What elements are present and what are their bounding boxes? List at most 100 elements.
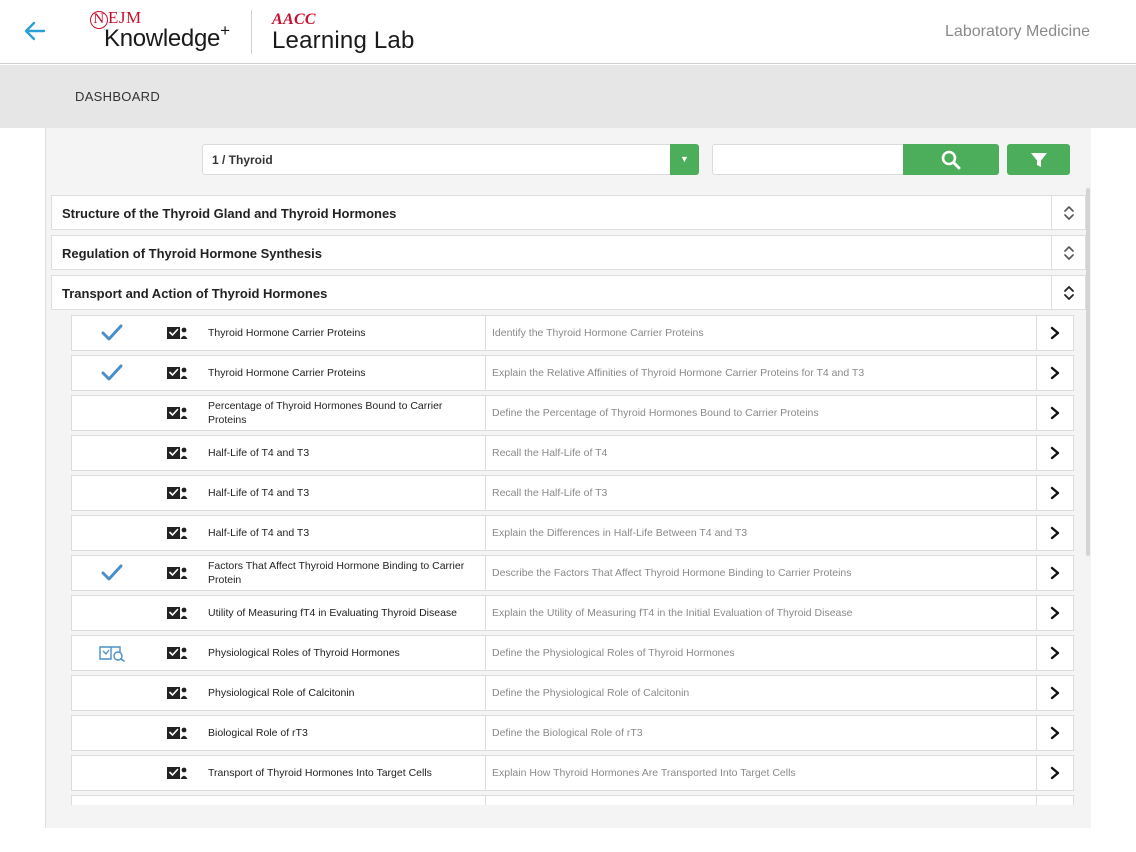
chevron-right-icon[interactable] (1037, 476, 1073, 510)
logo-divider (251, 10, 252, 54)
expand-collapse-icon[interactable] (1051, 196, 1085, 229)
row-topic: Half-Life of T4 and T3 (202, 516, 486, 550)
case-icon (152, 436, 202, 470)
row-topic: Biological Role of rT3 (202, 716, 486, 750)
row-topic: Thyroid Hormone Carrier Proteins (202, 316, 486, 350)
table-row[interactable]: Predominant Source of T3 for Thyroid Hor… (71, 795, 1074, 805)
chevron-right-icon[interactable] (1037, 596, 1073, 630)
case-icon (152, 596, 202, 630)
row-topic: Half-Life of T4 and T3 (202, 476, 486, 510)
chevron-right-icon[interactable] (1037, 396, 1073, 430)
nejm-knowledge-logo: N EJM Knowledge+ (90, 8, 230, 53)
aacc-learning-lab-logo: AACC Learning Lab (272, 11, 415, 55)
row-topic: Transport of Thyroid Hormones Into Targe… (202, 756, 486, 790)
search-button[interactable] (903, 144, 999, 175)
toolbar: 1 / Thyroid ▼ (46, 128, 1092, 190)
status-cell (72, 516, 152, 550)
row-topic: Utility of Measuring fT4 in Evaluating T… (202, 596, 486, 630)
chevron-right-icon[interactable] (1037, 316, 1073, 350)
row-topic: Physiological Roles of Thyroid Hormones (202, 636, 486, 670)
section-header-expanded[interactable]: Transport and Action of Thyroid Hormones (51, 275, 1086, 310)
expand-collapse-icon[interactable] (1051, 276, 1085, 309)
row-topic: Thyroid Hormone Carrier Proteins (202, 356, 486, 390)
chapter-select-value: 1 / Thyroid (212, 153, 273, 167)
row-objective: Explain the Relative Affinities of Thyro… (486, 356, 1037, 390)
section-header[interactable]: Regulation of Thyroid Hormone Synthesis (51, 235, 1086, 270)
row-topic: Predominant Source of T3 for Thyroid Hor… (202, 796, 486, 805)
table-row[interactable]: Percentage of Thyroid Hormones Bound to … (71, 395, 1074, 431)
chevron-right-icon[interactable] (1037, 636, 1073, 670)
section-header[interactable]: Structure of the Thyroid Gland and Thyro… (51, 195, 1086, 230)
row-objective: Explain How Thyroid Hormones Are Transpo… (486, 756, 1037, 790)
objectives-list: Thyroid Hormone Carrier Proteins Identify… (71, 315, 1074, 805)
table-row[interactable]: Biological Role of rT3 Define the Biologi… (71, 715, 1074, 751)
case-icon (152, 356, 202, 390)
status-cell (72, 796, 152, 805)
section-title: Transport and Action of Thyroid Hormones (62, 286, 328, 301)
row-objective: Identify the Thyroid Hormone Carrier Pro… (486, 316, 1037, 350)
row-objective: Recall the Half-Life of T4 (486, 436, 1037, 470)
status-cell (72, 716, 152, 750)
case-icon (152, 396, 202, 430)
checkmark-icon (72, 316, 152, 350)
row-objective: Describe the Factors That Affect Thyroid… (486, 556, 1037, 590)
case-icon (152, 476, 202, 510)
row-objective: Explain the Utility of Measuring fT4 in … (486, 596, 1037, 630)
table-row[interactable]: Half-Life of T4 and T3 Recall the Half-Li… (71, 475, 1074, 511)
table-row[interactable]: Thyroid Hormone Carrier Proteins Explain … (71, 355, 1074, 391)
breadcrumb-dashboard[interactable]: DASHBOARD (75, 89, 160, 104)
section-title: Structure of the Thyroid Gland and Thyro… (62, 206, 397, 221)
chevron-right-icon[interactable] (1037, 556, 1073, 590)
case-icon (152, 516, 202, 550)
row-objective (486, 796, 1037, 805)
status-cell (72, 396, 152, 430)
status-cell (72, 596, 152, 630)
back-arrow-icon[interactable] (22, 18, 48, 44)
table-row[interactable]: Half-Life of T4 and T3 Recall the Half-Li… (71, 435, 1074, 471)
table-row[interactable]: Physiological Roles of Thyroid Hormones D… (71, 635, 1074, 671)
case-icon (152, 756, 202, 790)
chevron-right-icon[interactable] (1037, 716, 1073, 750)
case-icon (152, 796, 202, 805)
row-topic: Factors That Affect Thyroid Hormone Bind… (202, 556, 486, 590)
status-cell (72, 676, 152, 710)
expand-collapse-icon[interactable] (1051, 236, 1085, 269)
status-cell (72, 756, 152, 790)
chevron-right-icon[interactable] (1037, 356, 1073, 390)
table-row[interactable]: Transport of Thyroid Hormones Into Targe… (71, 755, 1074, 791)
chevron-right-icon[interactable] (1037, 436, 1073, 470)
case-icon (152, 636, 202, 670)
case-icon (152, 716, 202, 750)
chevron-right-icon[interactable] (1037, 676, 1073, 710)
table-row[interactable]: Physiological Role of Calcitonin Define t… (71, 675, 1074, 711)
row-objective: Define the Percentage of Thyroid Hormone… (486, 396, 1037, 430)
chevron-right-icon[interactable] (1037, 756, 1073, 790)
chevron-right-icon[interactable] (1037, 796, 1073, 805)
aacc-logo-text: Learning Lab (272, 27, 415, 54)
main-panel: 1 / Thyroid ▼ Structure of the Thyroid G… (45, 128, 1091, 828)
chevron-down-icon[interactable]: ▼ (670, 144, 699, 175)
table-row[interactable]: Half-Life of T4 and T3 Explain the Differ… (71, 515, 1074, 551)
status-cell (72, 436, 152, 470)
row-topic: Physiological Role of Calcitonin (202, 676, 486, 710)
chapter-select[interactable]: 1 / Thyroid ▼ (202, 144, 699, 175)
table-row[interactable]: Factors That Affect Thyroid Hormone Bind… (71, 555, 1074, 591)
row-objective: Define the Physiological Roles of Thyroi… (486, 636, 1037, 670)
row-objective: Define the Physiological Role of Calcito… (486, 676, 1037, 710)
search-input[interactable] (712, 144, 904, 175)
table-row[interactable]: Thyroid Hormone Carrier Proteins Identify… (71, 315, 1074, 351)
row-objective: Recall the Half-Life of T3 (486, 476, 1037, 510)
filter-button[interactable] (1007, 144, 1070, 175)
scrollbar[interactable] (1086, 188, 1090, 556)
row-topic: Half-Life of T4 and T3 (202, 436, 486, 470)
chevron-right-icon[interactable] (1037, 516, 1073, 550)
table-row[interactable]: Utility of Measuring fT4 in Evaluating T… (71, 595, 1074, 631)
row-objective: Explain the Differences in Half-Life Bet… (486, 516, 1037, 550)
case-icon (152, 316, 202, 350)
checkmark-icon (72, 556, 152, 590)
app-header: N EJM Knowledge+ AACC Learning Lab Labora… (0, 0, 1136, 64)
row-topic: Percentage of Thyroid Hormones Bound to … (202, 396, 486, 430)
breadcrumb-bar: DASHBOARD (0, 65, 1136, 128)
search-icon (941, 150, 961, 169)
section-title: Regulation of Thyroid Hormone Synthesis (62, 246, 323, 261)
